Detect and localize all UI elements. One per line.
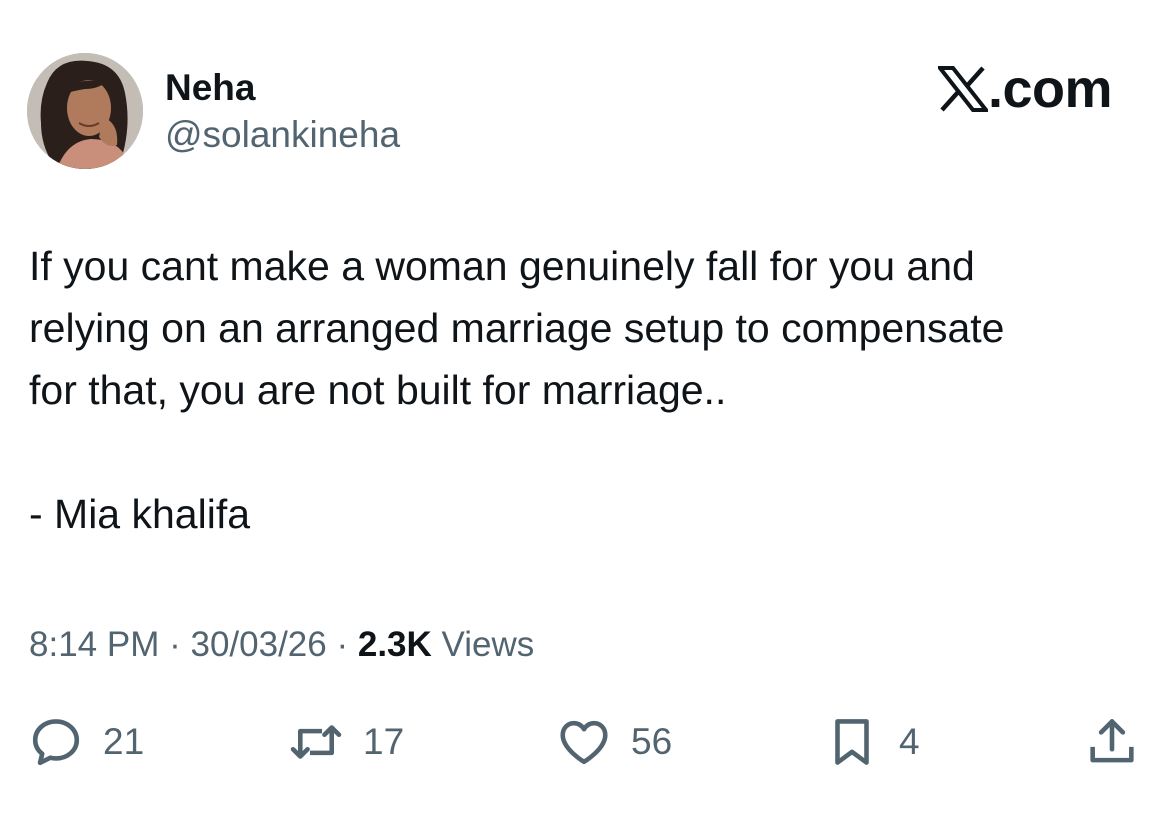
tweet-line: If you cant make a woman genuinely fall … <box>29 243 975 289</box>
bookmark-button[interactable]: 4 <box>823 712 920 772</box>
reply-icon <box>32 719 80 766</box>
avatar[interactable] <box>27 53 143 169</box>
bookmark-count: 4 <box>899 721 920 762</box>
views-count: 2.3K <box>357 625 432 664</box>
like-count: 56 <box>631 721 673 762</box>
tweet-line: for that, you are not built for marriage… <box>29 367 727 413</box>
reply-button[interactable]: 21 <box>27 712 144 772</box>
bookmark-icon <box>835 719 869 765</box>
meta-separator: · <box>169 625 181 664</box>
avatar-photo <box>27 53 143 169</box>
heart-icon <box>560 720 608 765</box>
share-button[interactable] <box>1083 712 1141 772</box>
tweet-text: If you cant make a woman genuinely fall … <box>29 235 1139 545</box>
retweet-count: 17 <box>363 721 405 762</box>
x-logo-icon <box>937 66 988 112</box>
tweet-line: relying on an arranged marriage setup to… <box>29 305 1005 351</box>
tweet-line: - Mia khalifa <box>29 491 251 537</box>
retweet-icon <box>290 725 342 759</box>
tweet-time[interactable]: 8:14 PM <box>29 625 159 664</box>
reply-count: 21 <box>103 721 145 762</box>
author-display-name[interactable]: Neha <box>165 66 255 110</box>
author-handle[interactable]: @solankineha <box>165 113 400 157</box>
brand-domain-text: .com <box>987 59 1113 119</box>
tweet-meta: 8:14 PM · 30/03/26 · 2.3K Views <box>29 620 534 670</box>
retweet-button[interactable]: 17 <box>287 712 404 772</box>
meta-separator: · <box>336 625 349 664</box>
brand-watermark: .com <box>937 58 1113 120</box>
views-label: Views <box>441 625 535 664</box>
tweet-date[interactable]: 30/03/26 <box>190 625 326 664</box>
like-button[interactable]: 56 <box>555 712 672 772</box>
share-icon <box>1090 719 1134 763</box>
